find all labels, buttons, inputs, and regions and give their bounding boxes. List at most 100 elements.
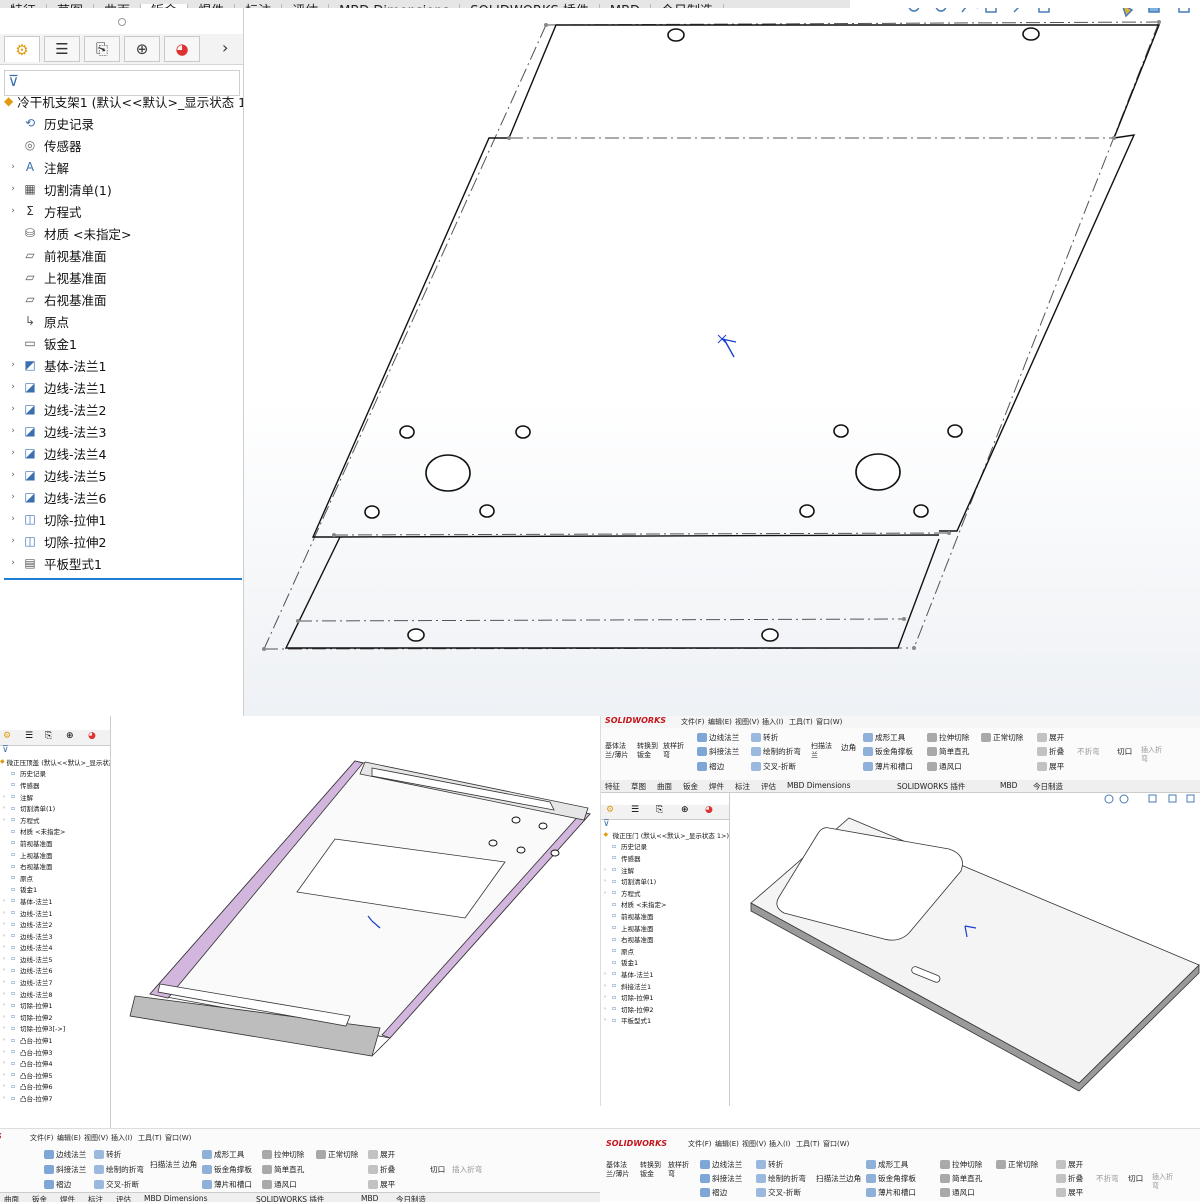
menu-item[interactable]: 窗口(W) [816, 717, 842, 727]
cmd-tab[interactable]: 草图 [631, 781, 646, 792]
color-wheel-icon[interactable]: ◕ [88, 731, 96, 741]
feature-tree-icon[interactable]: ⚙ [3, 731, 11, 741]
tree-item[interactable]: › ▫ 凸台-拉伸3 [0, 1046, 110, 1058]
vent-button[interactable]: 通风口 [262, 1179, 297, 1190]
fold-button[interactable]: 折叠 [368, 1164, 395, 1175]
cmd-tab[interactable]: 评估 [116, 1194, 131, 1202]
normal-cut-button[interactable]: 正常切除 [996, 1159, 1038, 1170]
tree-item[interactable]: ◎ 传感器 [0, 134, 243, 156]
display-manager-tab[interactable]: ◕ [164, 36, 200, 62]
menu-item[interactable]: 工具(T) [789, 717, 813, 727]
tree-item[interactable]: ▱ 右视基准面 [0, 288, 243, 310]
swept-flange-button[interactable]: 扫描法兰 [811, 742, 833, 760]
hem-button[interactable]: 褶边 [700, 1187, 727, 1198]
property-list-icon[interactable]: ☰ [25, 731, 33, 741]
tree-item[interactable]: ▫ 钣金1 [601, 957, 729, 969]
tree-item[interactable]: › ▦ 切割清单(1) [0, 178, 243, 200]
tree-item[interactable]: › ◩ 基体-法兰1 [0, 354, 243, 376]
menu-item[interactable]: 视图(V) [84, 1133, 108, 1143]
expand-arrow-icon[interactable]: › [6, 360, 20, 370]
tree-item[interactable]: › ▤ 平板型式1 [0, 552, 243, 574]
tree-item[interactable]: ⛁ 材质 <未指定> [0, 222, 243, 244]
expand-arrow-icon[interactable]: › [0, 921, 8, 927]
tree-item[interactable]: › ▫ 边线-法兰8 [0, 988, 110, 1000]
extruded-cut-button[interactable]: 拉伸切除 [927, 732, 969, 743]
tree-item[interactable]: › ▫ 凸台-拉伸7 [0, 1092, 110, 1104]
tree-item[interactable]: › ▫ 方程式 [601, 887, 729, 899]
menu-item[interactable]: 文件(F) [688, 1139, 712, 1149]
tree-item[interactable]: ▫ 右视基准面 [601, 933, 729, 945]
tree-item[interactable]: ▫ 材质 <未指定> [0, 826, 110, 838]
tree-item[interactable]: › ◪ 边线-法兰5 [0, 464, 243, 486]
corners-button[interactable]: 边角 [846, 1173, 861, 1184]
expand-arrow-icon[interactable]: › [0, 898, 8, 904]
cmd-tab[interactable]: 特征 [605, 781, 620, 792]
tree-item[interactable]: › ▫ 凸台-拉伸5 [0, 1069, 110, 1081]
tree-item[interactable]: › ▫ 切除-拉伸1 [0, 999, 110, 1011]
cmd-tab[interactable]: 焊件 [709, 781, 724, 792]
tree-item[interactable]: › ▫ 凸台-拉伸6 [0, 1081, 110, 1093]
filter-icon[interactable]: ⊽ [2, 745, 9, 755]
expand-arrow-icon[interactable]: › [0, 967, 8, 973]
tree-item[interactable]: › ◪ 边线-法兰2 [0, 398, 243, 420]
expand-arrow-icon[interactable]: › [6, 162, 20, 172]
tree-item[interactable]: › ▫ 边线-法兰6 [0, 965, 110, 977]
menu-item[interactable]: 窗口(W) [823, 1139, 849, 1149]
configuration-manager-tab[interactable]: ⎘ [84, 36, 120, 62]
cmd-tab[interactable]: 焊件 [60, 1194, 75, 1202]
base-flange-button[interactable]: 基体法兰/薄片 [605, 742, 635, 760]
edge-flange-button[interactable]: 边线法兰 [700, 1159, 742, 1170]
edge-flange-button[interactable]: 边线法兰 [44, 1149, 86, 1160]
extruded-cut-button[interactable]: 拉伸切除 [940, 1159, 982, 1170]
insert-bends-button[interactable]: 插入折弯 [1141, 746, 1163, 764]
fold-button[interactable]: 折叠 [1056, 1173, 1083, 1184]
tree-item[interactable]: ▫ 右视基准面 [0, 860, 110, 872]
tree-item[interactable]: › ▫ 凸台-拉伸4 [0, 1057, 110, 1069]
hem-button[interactable]: 褶边 [44, 1179, 71, 1190]
tree-item[interactable]: › ▫ 切除-拉伸2 [0, 1011, 110, 1023]
jog-button[interactable]: 转折 [94, 1149, 121, 1160]
menu-item[interactable]: 文件(F) [30, 1133, 54, 1143]
unfold-button[interactable]: 展开 [1037, 732, 1064, 743]
cmd-tab[interactable]: MBD Dimensions [787, 781, 851, 790]
insert-bends-button[interactable]: 插入折弯 [452, 1164, 482, 1175]
dimxpert-manager-tab[interactable]: ⊕ [124, 36, 160, 62]
flatten-button[interactable]: 展平 [1037, 761, 1064, 772]
tree-item[interactable]: ▫ 历史记录 [0, 768, 110, 780]
cmd-tab[interactable]: 评估 [761, 781, 776, 792]
menu-item[interactable]: 插入(I) [762, 717, 784, 727]
tree-item[interactable]: ▫ 传感器 [601, 852, 729, 864]
sketched-bend-button[interactable]: 绘制的折弯 [756, 1173, 806, 1184]
tree-item[interactable]: › ▫ 切除-拉伸1 [601, 991, 729, 1003]
normal-cut-button[interactable]: 正常切除 [981, 732, 1023, 743]
sketched-bend-button[interactable]: 绘制的折弯 [94, 1164, 144, 1175]
cmd-tab[interactable]: SOLIDWORKS 插件 [897, 781, 965, 792]
convert-to-sheetmetal-button[interactable]: 转换到钣金 [637, 742, 659, 760]
expand-arrow-icon[interactable]: › [601, 867, 609, 873]
expand-arrow-icon[interactable]: › [0, 956, 8, 962]
cmd-tab[interactable]: 曲面 [4, 1194, 19, 1202]
tree-item[interactable]: › ▫ 注解 [0, 791, 110, 803]
expand-arrow-icon[interactable]: › [0, 1025, 8, 1031]
cmd-tab[interactable]: 标注 [88, 1194, 103, 1202]
convert-to-sheetmetal-button[interactable]: 转换到钣金 [640, 1161, 664, 1179]
expand-arrow-icon[interactable]: › [6, 470, 20, 480]
gusset-button[interactable]: 钣金角撑板 [863, 746, 913, 757]
expand-arrow-icon[interactable]: › [6, 514, 20, 524]
expand-arrow-icon[interactable]: › [0, 817, 8, 823]
tree-item[interactable]: ▫ 原点 [601, 945, 729, 957]
tree-item[interactable]: › ▫ 方程式 [0, 814, 110, 826]
expand-arrow-icon[interactable]: › [6, 426, 20, 436]
forming-tool-button[interactable]: 成形工具 [866, 1159, 908, 1170]
tree-item[interactable]: › ▫ 边线-法兰1 [0, 907, 110, 919]
expand-arrow-icon[interactable]: › [6, 382, 20, 392]
expand-arrow-icon[interactable]: › [0, 1002, 8, 1008]
expand-arrow-icon[interactable]: › [601, 890, 609, 896]
tab-and-slot-button[interactable]: 薄片和槽口 [866, 1187, 916, 1198]
menu-item[interactable]: 编辑(E) [708, 717, 732, 727]
tree-rollback-bar[interactable] [4, 578, 242, 580]
miter-flange-button[interactable]: 斜接法兰 [44, 1164, 86, 1175]
cmd-tab[interactable]: 今日制造 [396, 1194, 426, 1202]
tree-item[interactable]: › ◫ 切除-拉伸2 [0, 530, 243, 552]
cmd-tab[interactable]: 标注 [735, 781, 750, 792]
